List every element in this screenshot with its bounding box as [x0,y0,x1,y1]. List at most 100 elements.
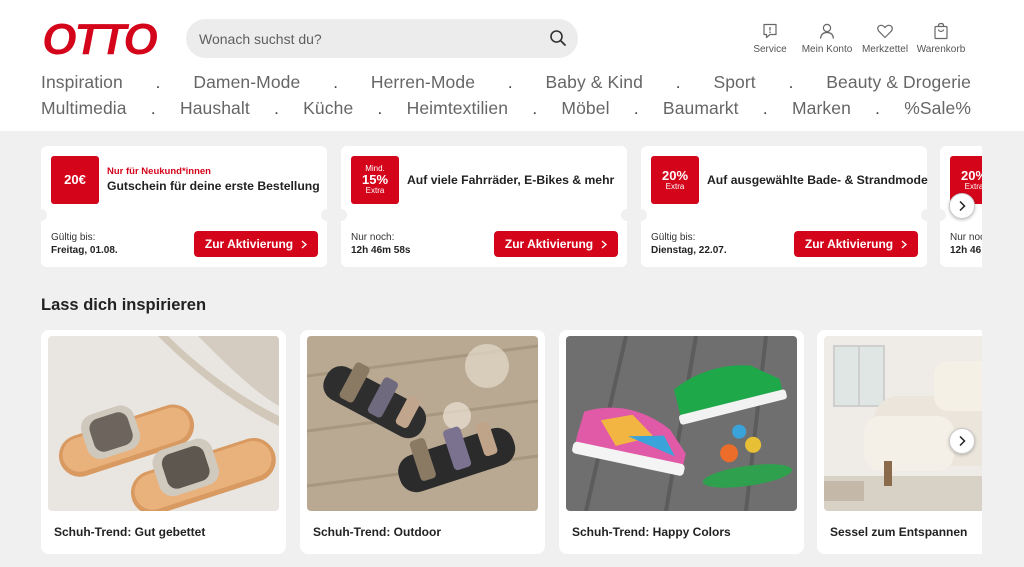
promo-badge-bottom: Extra [665,181,685,191]
promo-card[interactable]: Mind. 15% Extra Auf viele Fahrräder, E-B… [335,146,633,267]
cart-icon [934,22,948,40]
ticket-notch [921,209,933,221]
account-icon [819,23,835,39]
activate-button-label: Zur Aktivierung [504,237,594,251]
nav-separator: . [333,72,339,92]
activate-button[interactable]: Zur Aktivierung [494,231,618,257]
search-icon[interactable] [548,28,568,48]
nav-item-baumarkt[interactable]: Baumarkt [663,98,739,119]
nav-separator: . [675,72,681,92]
nav-item-heimtextilien[interactable]: Heimtextilien [407,98,508,119]
promo-countdown-value: 12h 46 [950,245,982,256]
nav-item-sale[interactable]: %Sale% [904,98,971,119]
nav-item-kueche[interactable]: Küche [303,98,353,119]
nav-separator: . [274,98,279,118]
activate-button-label: Zur Aktivierung [204,237,294,251]
nav-separator: . [377,98,383,118]
activate-button[interactable]: Zur Aktivierung [194,231,318,257]
nav-item-marken[interactable]: Marken [792,98,851,119]
nav-separator: . [633,98,639,118]
main-nav-row-2: Multimedia . Haushalt . Küche . Heimtext… [41,98,971,119]
site-header: OTTO Service Mein Konto Merkzettel [0,0,1024,131]
ticket-notch [635,209,647,221]
nav-item-baby-kind[interactable]: Baby & Kind [546,72,643,93]
chevron-right-icon [601,240,608,248]
nav-item-multimedia[interactable]: Multimedia [41,98,127,119]
promo-validity-value: Freitag, 01.08. [51,245,118,256]
promo-card[interactable]: 20% Extra Auf ausgewählte Bade- & Strand… [635,146,933,267]
ticket-notch [321,209,333,221]
activate-button-label: Zur Aktivierung [804,237,894,251]
search-bar [186,19,578,58]
nav-item-herren-mode[interactable]: Herren-Mode [371,72,475,93]
promo-title: Auf viele Fahrräder, E-Bikes & mehr [407,173,615,187]
promo-carousel: 20€ Nur für Neukund*innen Gutschein für … [41,146,982,268]
wishlist-label: Merkzettel [861,44,909,55]
heart-icon [877,24,893,39]
nav-item-sport[interactable]: Sport [713,72,755,93]
ticket-notch [41,209,47,221]
nav-separator: . [532,98,538,118]
promo-card[interactable]: 20€ Nur für Neukund*innen Gutschein für … [41,146,333,267]
tile-image-armchair [824,336,982,511]
chevron-right-icon [959,435,966,447]
promo-badge: Mind. 15% Extra [351,156,399,204]
ticket-notch [621,209,633,221]
promo-badge: 20% Extra [651,156,699,204]
header-service-button[interactable]: Service [740,22,800,55]
ticket-notch [335,209,347,221]
promo-countdown-value: 12h 46m 58s [351,245,411,256]
cart-label: Warenkorb [916,44,966,55]
header-account-button[interactable]: Mein Konto [797,22,857,55]
tile-image-sandals [48,336,279,511]
account-label: Mein Konto [801,44,853,55]
chevron-right-icon [301,240,308,248]
logo-text: OTTO [42,16,157,60]
promo-validity-label: Gültig bis: [51,232,96,243]
ticket-notch [934,209,946,221]
promo-badge: 20€ [51,156,99,204]
tile-caption: Schuh-Trend: Gut gebettet [54,525,206,539]
tile-caption: Sessel zum Entspannen [830,525,968,539]
promo-validity-label: Nur noch: [351,232,395,243]
nav-separator: . [762,98,768,118]
inspiration-next-button[interactable] [949,428,975,454]
main-nav-row-1: Inspiration . Damen-Mode . Herren-Mode .… [41,72,971,93]
tile-caption: Schuh-Trend: Outdoor [313,525,441,539]
promo-subtitle: Nur für Neukund*innen [107,166,211,177]
header-wishlist-button[interactable]: Merkzettel [855,22,915,55]
tile-image-sneakers [566,336,797,511]
promo-title: Auf ausgewählte Bade- & Strandmode [707,173,928,187]
search-input[interactable] [199,19,539,58]
chevron-right-icon [901,240,908,248]
otto-logo[interactable]: OTTO [40,16,158,60]
chevron-right-icon [959,200,966,212]
promo-badge-value: 15% [361,172,389,188]
section-title: Lass dich inspirieren [41,296,207,314]
promo-validity-value: Dienstag, 22.07. [651,245,727,256]
tile-image-outdoor-sandals [307,336,538,511]
service-label: Service [753,44,787,55]
nav-item-damen-mode[interactable]: Damen-Mode [193,72,300,93]
promo-next-button[interactable] [949,193,975,219]
nav-separator: . [155,72,161,92]
nav-item-moebel[interactable]: Möbel [561,98,609,119]
promo-badge-bottom: Extra [964,181,982,191]
nav-item-beauty-drogerie[interactable]: Beauty & Drogerie [826,72,971,93]
nav-item-haushalt[interactable]: Haushalt [180,98,250,119]
nav-item-inspiration[interactable]: Inspiration [41,72,123,93]
promo-badge-value: 20€ [64,172,86,188]
nav-separator: . [875,98,880,118]
inspiration-tile[interactable]: Schuh-Trend: Happy Colors [559,330,804,554]
promo-badge-value: 20% [661,167,689,183]
inspiration-tile[interactable]: Schuh-Trend: Outdoor [300,330,545,554]
promo-badge-value: 20% [960,167,982,183]
promo-title: Gutschein für deine erste Bestellung [107,179,320,193]
inspiration-carousel: Schuh-Trend: Gut gebettet Schuh-Trend: O… [41,330,982,555]
inspiration-tile[interactable]: Schuh-Trend: Gut gebettet [41,330,286,554]
tile-caption: Schuh-Trend: Happy Colors [572,525,731,539]
promo-validity-label: Nur noch: [950,232,982,243]
header-cart-button[interactable]: Warenkorb [911,22,971,55]
activate-button[interactable]: Zur Aktivierung [794,231,918,257]
nav-separator: . [507,72,513,92]
